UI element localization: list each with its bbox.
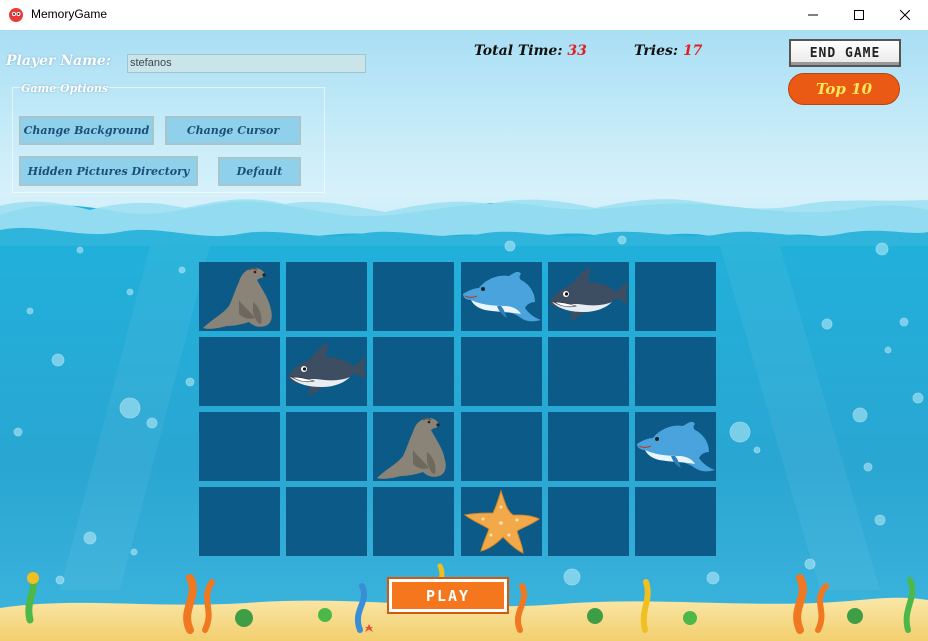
close-icon <box>900 10 910 20</box>
card-hidden[interactable] <box>548 487 629 556</box>
top10-button[interactable]: Top 10 <box>788 73 900 105</box>
card-hidden[interactable] <box>461 337 542 406</box>
player-name-input[interactable]: stefanos <box>127 54 366 73</box>
card-hidden[interactable] <box>199 337 280 406</box>
total-time-label: Total Time: <box>474 43 563 59</box>
sea-lion-icon <box>377 417 446 479</box>
card-hidden[interactable] <box>199 412 280 481</box>
card-hidden[interactable] <box>635 262 716 331</box>
dolphin-icon <box>637 421 715 472</box>
player-name-label: Player Name: <box>6 53 111 69</box>
card-grid <box>199 262 716 558</box>
starfish-icon <box>463 489 540 554</box>
game-options-label: Game Options <box>21 82 109 95</box>
card-hidden[interactable] <box>373 337 454 406</box>
card-starfish[interactable] <box>461 487 542 556</box>
card-hidden[interactable] <box>199 487 280 556</box>
card-hidden[interactable] <box>635 487 716 556</box>
play-button[interactable]: PLAY <box>387 577 509 614</box>
card-hidden[interactable] <box>373 487 454 556</box>
shark-icon <box>288 343 366 395</box>
shark-icon <box>550 268 628 320</box>
close-button[interactable] <box>882 0 928 30</box>
end-game-button[interactable]: END GAME <box>789 39 901 67</box>
change-cursor-button[interactable]: Change Cursor <box>165 116 301 145</box>
card-hidden[interactable] <box>548 337 629 406</box>
total-time-value: 33 <box>567 43 587 59</box>
maximize-icon <box>854 10 864 20</box>
card-shark[interactable] <box>286 337 367 406</box>
card-shark[interactable] <box>548 262 629 331</box>
hidden-pictures-directory-button[interactable]: Hidden Pictures Directory <box>19 156 198 186</box>
card-hidden[interactable] <box>286 262 367 331</box>
card-hidden[interactable] <box>286 487 367 556</box>
minimize-button[interactable] <box>790 0 836 30</box>
default-button[interactable]: Default <box>218 157 301 186</box>
game-area: Player Name: stefanos Game Options Chang… <box>0 30 928 641</box>
card-hidden[interactable] <box>373 262 454 331</box>
card-hidden[interactable] <box>461 412 542 481</box>
dolphin-icon <box>463 271 541 322</box>
window-title: MemoryGame <box>31 7 108 21</box>
sea-lion-icon <box>203 267 272 329</box>
maximize-button[interactable] <box>836 0 882 30</box>
minimize-icon <box>808 14 818 16</box>
card-hidden[interactable] <box>635 337 716 406</box>
tries-label: Tries: <box>634 43 679 59</box>
card-dolphin[interactable] <box>461 262 542 331</box>
title-bar: MemoryGame <box>0 0 928 30</box>
app-icon <box>9 8 23 22</box>
card-sea-lion[interactable] <box>199 262 280 331</box>
card-dolphin[interactable] <box>635 412 716 481</box>
card-hidden[interactable] <box>548 412 629 481</box>
tries-value: 17 <box>682 43 703 59</box>
card-sea-lion[interactable] <box>373 412 454 481</box>
tries: Tries: 17 <box>634 43 702 59</box>
card-hidden[interactable] <box>286 412 367 481</box>
change-background-button[interactable]: Change Background <box>19 116 154 145</box>
total-time: Total Time: 33 <box>474 43 587 59</box>
